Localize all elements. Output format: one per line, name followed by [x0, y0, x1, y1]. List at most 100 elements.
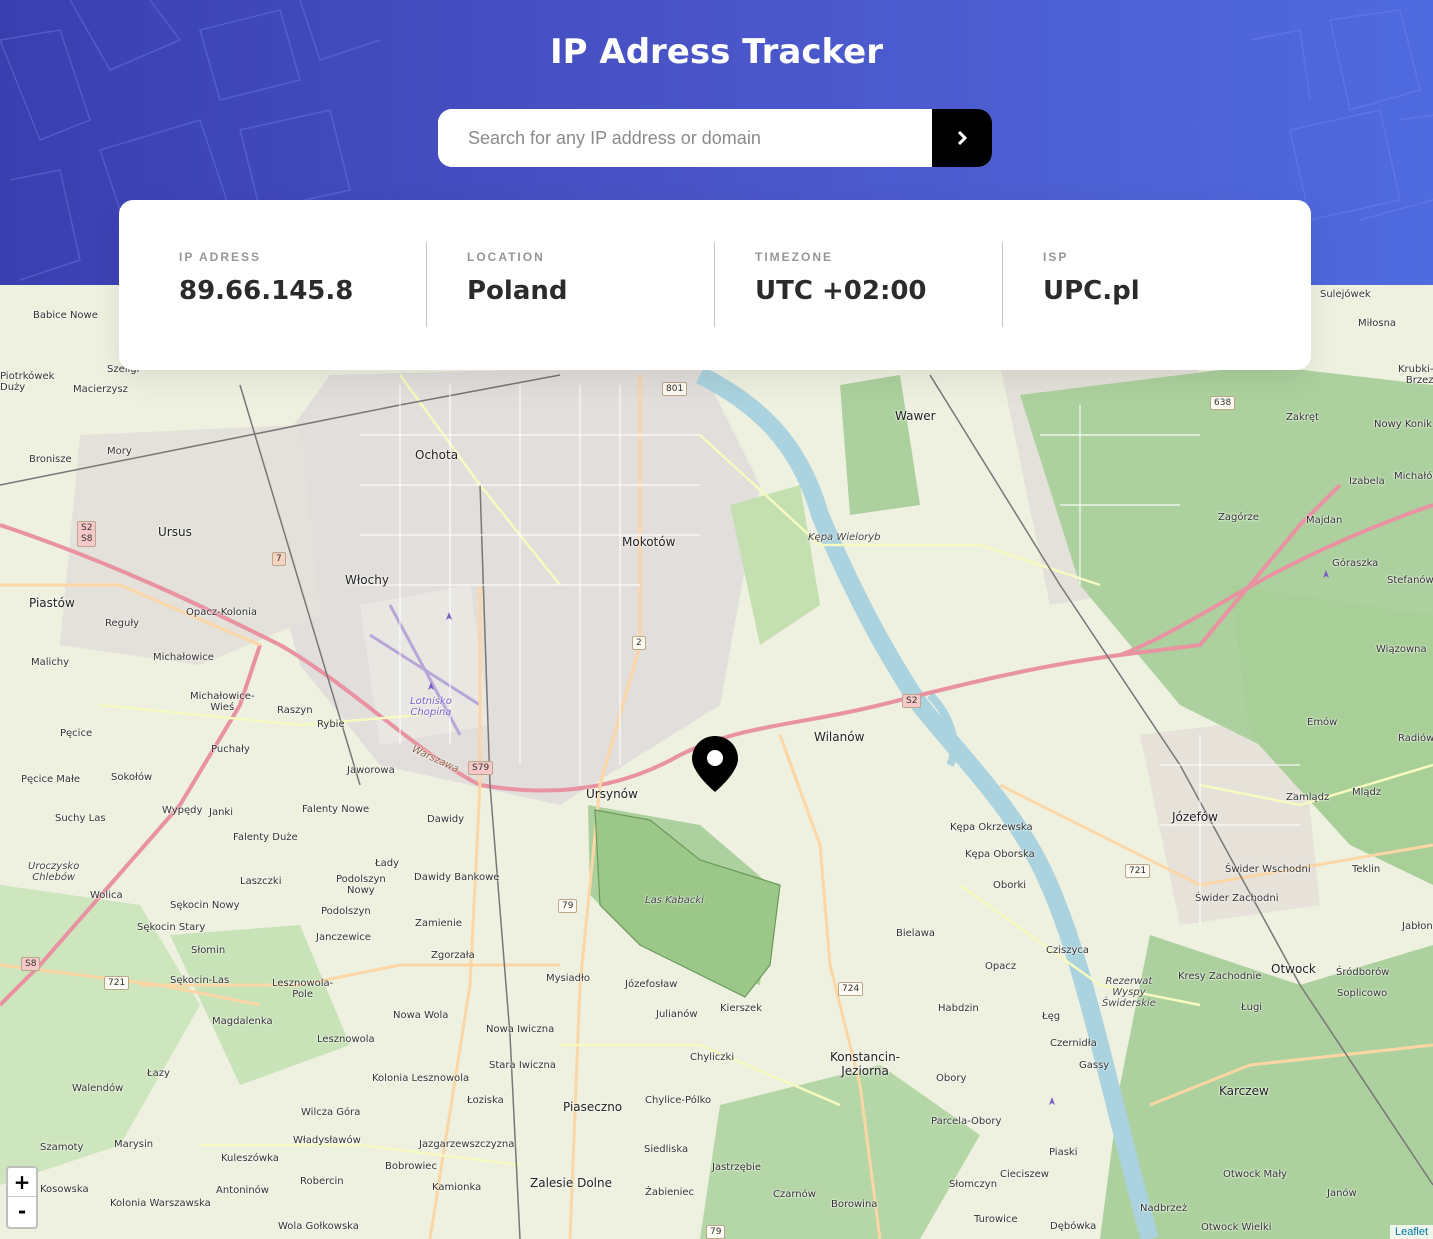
map-label: Michałowice — [153, 652, 214, 663]
map-label: Kierszek — [720, 1003, 763, 1014]
map-label: Teklin — [1352, 864, 1381, 875]
map-label: Lotnisko Chopina — [410, 696, 452, 718]
map-label: Cziszyca — [1046, 945, 1090, 956]
map-label: Kolonia Lesznowola — [372, 1073, 470, 1084]
map-label: Nadbrzeż — [1140, 1203, 1188, 1214]
road-shield: S2 S8 — [77, 521, 97, 547]
map-label: Miłosna — [1358, 318, 1397, 329]
map-label: Piotrkówek Duży — [0, 371, 55, 393]
map-label: Habdzin — [938, 1003, 979, 1014]
map-label: Góraszka — [1332, 558, 1379, 569]
map-label: Opacz-Kolonia — [186, 607, 258, 618]
map-label: Sękocin Stary — [137, 922, 206, 933]
map-label: Szamoty — [40, 1142, 84, 1153]
zoom-in-button[interactable]: + — [8, 1168, 36, 1197]
map-label: Magdalenka — [212, 1016, 273, 1027]
map-label: Rezerwat Wyspy Świderskie — [1102, 976, 1156, 1009]
divider — [426, 242, 427, 327]
map-label: Świder Wschodni — [1225, 864, 1311, 875]
map-label: Uroczysko Chlebów — [28, 861, 80, 883]
map-label: Raszyn — [277, 705, 313, 716]
map-label: Malichy — [31, 657, 70, 668]
map-label: Otwock Mały — [1223, 1169, 1288, 1180]
map-label: Las Kabacki — [645, 895, 704, 906]
map-label: Bronisze — [29, 454, 72, 465]
map-label: Zalesie Dolne — [530, 1176, 612, 1190]
map-label: Borowina — [831, 1199, 878, 1210]
map-label: Ursynów — [586, 787, 638, 801]
map-label: Karczew — [1219, 1084, 1269, 1098]
map-label: Jaworowa — [347, 765, 395, 776]
map-label: Soplicowo — [1337, 988, 1388, 999]
map-label: Sokołów — [111, 772, 153, 783]
map-label: Kamionka — [432, 1182, 482, 1193]
map-label: Mory — [107, 446, 132, 457]
map-label: Cieciszew — [1000, 1169, 1049, 1180]
map-label: Zamlądz — [1286, 792, 1330, 803]
map-label: Falenty Duże — [233, 832, 298, 843]
map-label: Mokotów — [622, 535, 676, 549]
map-label: Józefosław — [625, 979, 678, 990]
map-label: Sękocin-Las — [170, 975, 230, 986]
map-label: Zagórze — [1218, 512, 1259, 523]
zoom-out-button[interactable]: - — [8, 1197, 36, 1226]
map-label: Zamienie — [415, 918, 462, 929]
road-shield: 7 — [272, 552, 286, 566]
divider — [714, 242, 715, 327]
map-label: Obory — [936, 1073, 967, 1084]
map-label: Żabieniec — [645, 1187, 695, 1198]
divider — [1002, 242, 1003, 327]
map-label: Sękocin Nowy — [170, 900, 240, 911]
zoom-control: + - — [6, 1166, 38, 1229]
road-shield: 638 — [1210, 396, 1236, 410]
map-label: Wawer — [895, 409, 936, 423]
map-label: Macierzysz — [73, 384, 128, 395]
location-block: LOCATION Poland — [467, 242, 568, 327]
leaflet-attribution-link[interactable]: Leaflet — [1389, 1225, 1433, 1239]
ip-info-card: IP ADRESS 89.66.145.8 LOCATION Poland TI… — [119, 200, 1311, 370]
road-shield: 724 — [838, 982, 864, 996]
map-label: Kuleszówka — [221, 1153, 279, 1164]
road-shield: S2 — [902, 694, 922, 708]
map-label: Kosowska — [40, 1184, 89, 1195]
location-pin-icon[interactable] — [692, 736, 738, 792]
map-label: Walendów — [72, 1083, 124, 1094]
map-label: Konstancin- Jeziorna — [830, 1050, 901, 1078]
map-label: Stefanówk — [1387, 575, 1433, 586]
map-label: Nowy Konik — [1374, 419, 1432, 430]
map-label: Radiów — [1398, 733, 1433, 744]
map-label: Julianów — [656, 1009, 698, 1020]
map[interactable]: Babice Nowe Piotrkówek Duży Macierzysz S… — [0, 285, 1433, 1239]
map-label: Wola Gołkowska — [278, 1221, 359, 1232]
map-label: Zakręt — [1286, 412, 1319, 423]
isp-block: ISP UPC.pl — [1043, 242, 1140, 327]
map-label: Kępa Okrzewska — [950, 822, 1033, 833]
road-shield: 721 — [1125, 864, 1151, 878]
map-label: Ługi — [1241, 1002, 1263, 1013]
map-label: Jabłon — [1402, 921, 1433, 932]
map-label: Ursus — [158, 525, 192, 539]
map-label: Wilcza Góra — [301, 1107, 361, 1118]
map-label: Mysiadło — [546, 973, 590, 984]
map-label: Wypędy — [162, 805, 203, 816]
map-label: Łęg — [1042, 1011, 1061, 1022]
road-shield: 721 — [104, 976, 130, 990]
road-shield: S79 — [468, 761, 494, 775]
map-label: Rybie — [317, 719, 345, 730]
map-label: Włochy — [345, 573, 389, 587]
map-label: Turowice — [974, 1214, 1018, 1225]
search-form — [438, 109, 992, 167]
map-label: Parcela-Obory — [931, 1116, 1002, 1127]
search-submit-button[interactable] — [932, 109, 992, 167]
map-label: Piastów — [29, 596, 75, 610]
map-label: Emów — [1307, 717, 1338, 728]
search-input[interactable] — [438, 109, 932, 167]
map-label: Piaseczno — [563, 1100, 623, 1114]
map-label: Otwock — [1271, 962, 1316, 976]
map-label: Świder Zachodni — [1195, 893, 1279, 904]
map-label: Robercin — [300, 1176, 344, 1187]
map-label: Reguły — [105, 618, 140, 629]
map-label: Wilanów — [814, 730, 865, 744]
map-label: Izabela — [1349, 476, 1385, 487]
chevron-right-icon — [957, 131, 967, 145]
